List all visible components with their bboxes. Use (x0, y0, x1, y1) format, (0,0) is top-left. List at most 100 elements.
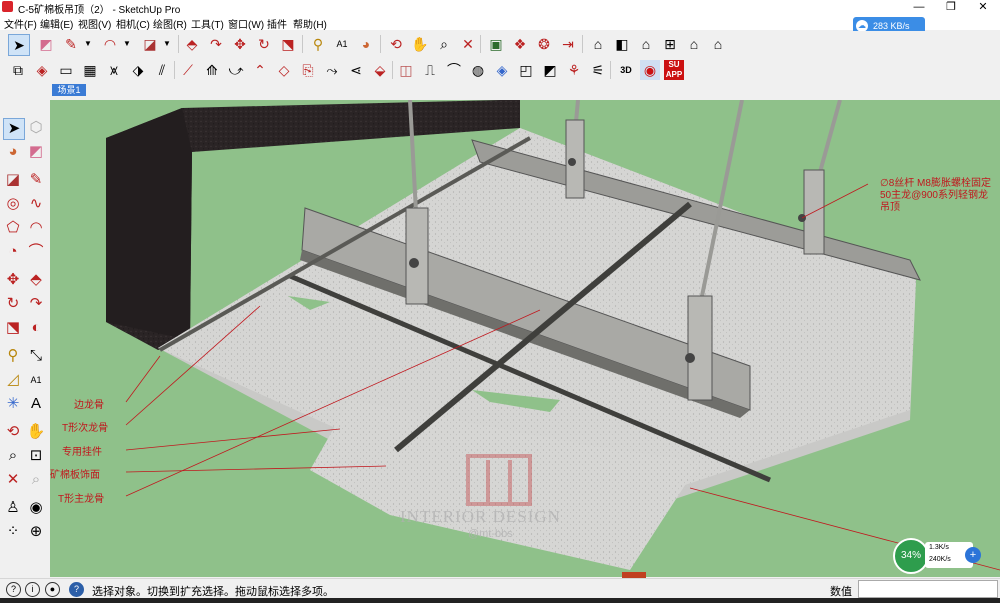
left-paint-button[interactable]: ◕ (3, 142, 23, 162)
position-camera-button[interactable]: ⎍ (420, 60, 440, 80)
plus-icon[interactable]: + (965, 547, 981, 563)
zoom-extents-button[interactable]: ✕ (458, 34, 478, 54)
left-walk-button[interactable]: ⁘ (3, 522, 23, 542)
left-axes-button[interactable]: ✳ (3, 394, 23, 414)
intersect-button[interactable]: ▦ (80, 60, 100, 80)
sandbox-from-contours-button[interactable]: ⟋ (178, 60, 198, 80)
select-tool-button[interactable]: ➤ (8, 34, 30, 56)
layout-send-button[interactable]: ⇥ (558, 34, 578, 54)
smoove-button[interactable]: ⤻ (226, 60, 246, 80)
model-viewport[interactable]: ∅8丝杆 M8膨胀螺栓固定 50主龙@900系列轻钢龙 吊顶 边龙骨 T形次龙骨… (50, 100, 1000, 577)
scale-tool-button[interactable]: ⬔ (278, 34, 298, 54)
close-button[interactable]: ✕ (972, 0, 994, 15)
measurements-input[interactable] (858, 580, 998, 598)
user-account-icon[interactable]: ● (45, 582, 60, 597)
left-position-camera-button[interactable]: ♙ (3, 498, 23, 518)
menu-edit[interactable]: 编辑(E) (40, 16, 73, 31)
menu-draw[interactable]: 绘图(R) (153, 16, 187, 31)
left-push-pull-button[interactable]: ⬘ (26, 270, 46, 290)
text-tool-button[interactable]: A1 (332, 34, 352, 54)
menu-view[interactable]: 视图(V) (78, 16, 111, 31)
outer-shell-button[interactable]: ▭ (56, 60, 76, 80)
left-tape-button[interactable]: ⚲ (3, 346, 23, 366)
left-offset-button[interactable]: ◐ (26, 318, 46, 338)
front-view-button[interactable]: ⌂ (636, 34, 656, 54)
menu-tools[interactable]: 工具(T) (191, 16, 224, 31)
maximize-button[interactable]: ❐ (940, 0, 962, 15)
union-button[interactable]: ⩙ (104, 60, 124, 80)
paint-bucket-tool-button[interactable]: ◕ (356, 34, 376, 54)
left-2pt-arc-button[interactable]: ⌒ (26, 242, 46, 262)
menu-file[interactable]: 文件(F) (4, 16, 37, 31)
monochrome-button[interactable]: ⚟ (588, 60, 608, 80)
left-zoom-window-button[interactable]: ⊡ (26, 446, 46, 466)
left-make-component-button[interactable]: ⬡ (26, 118, 46, 138)
right-view-button[interactable]: ⊞ (660, 34, 680, 54)
add-detail-button[interactable]: ⎘ (298, 60, 318, 80)
left-rectangle-button[interactable]: ◪ (3, 170, 23, 190)
left-follow-me-button[interactable]: ↷ (26, 294, 46, 314)
rectangle-tool-button[interactable]: ◪ (140, 34, 160, 54)
left-scale-button[interactable]: ⬔ (3, 318, 23, 338)
su-app-button[interactable]: SU APP (664, 60, 684, 80)
left-look-around-button[interactable]: ◉ (26, 498, 46, 518)
arc-dropdown[interactable]: ▼ (122, 34, 132, 54)
components-share-button[interactable]: ❂ (534, 34, 554, 54)
menu-help[interactable]: 帮助(H) (293, 16, 327, 31)
left-rotate-button[interactable]: ↻ (3, 294, 23, 314)
walk-button[interactable]: ⋖ (346, 60, 366, 80)
left-zoom-extents-button[interactable]: ✕ (3, 470, 23, 490)
flip-edge-button[interactable]: ⤳ (322, 60, 342, 80)
credits-icon[interactable]: i (25, 582, 40, 597)
left-eraser-button[interactable]: ◩ (26, 142, 46, 162)
follow-me-tool-button[interactable]: ↷ (206, 34, 226, 54)
extension-warehouse-button[interactable]: ❖ (510, 34, 530, 54)
shaded-button[interactable]: ◩ (540, 60, 560, 80)
left-pie-button[interactable]: ◔ (3, 242, 23, 262)
left-protractor-button[interactable]: ◿ (3, 370, 23, 390)
stamp-button[interactable]: ⌃ (250, 60, 270, 80)
sketchup-3d-button[interactable]: 3D (616, 60, 636, 80)
left-dimension-button[interactable]: ⤡ (26, 346, 46, 366)
push-pull-tool-button[interactable]: ⬘ (182, 34, 202, 54)
menu-camera[interactable]: 相机(C) (116, 16, 150, 31)
textured-button[interactable]: ⚘ (564, 60, 584, 80)
left-line-button[interactable]: ✎ (26, 170, 46, 190)
line-tool-button[interactable]: ✎ (61, 34, 81, 54)
left-3d-text-button[interactable]: A (26, 394, 46, 414)
help-icon[interactable]: ? (69, 582, 84, 597)
top-view-button[interactable]: ◧ (612, 34, 632, 54)
shape-dropdown[interactable]: ▼ (162, 34, 172, 54)
geo-location-icon[interactable]: ? (6, 582, 21, 597)
subtract-button[interactable]: ⬗ (128, 60, 148, 80)
line-dropdown[interactable]: ▼ (83, 34, 93, 54)
left-previous-view-button[interactable]: ⌕ (26, 470, 46, 490)
look-around-button[interactable]: ⬙ (370, 60, 390, 80)
pan-tool-button[interactable]: ✋ (410, 34, 430, 54)
section-plane-button[interactable]: ◈ (32, 60, 52, 80)
minimize-button[interactable]: — (908, 0, 930, 15)
speed-monitor-widget[interactable]: 34% 1.3K/s 240K/s + (893, 538, 983, 574)
xray-button[interactable]: ◍ (468, 60, 488, 80)
trim-button[interactable]: ⫽ (152, 60, 172, 80)
left-text-button[interactable]: A1 (26, 370, 46, 390)
component-button[interactable]: ◫ (396, 60, 416, 80)
solid-tools-button[interactable]: ⧉ (8, 60, 28, 80)
left-polygon-button[interactable]: ⬠ (3, 218, 23, 238)
zoom-tool-button[interactable]: ⌕ (434, 34, 454, 54)
menu-plugins[interactable]: 插件 (267, 16, 287, 31)
left-zoom-button[interactable]: ⌕ (3, 446, 23, 466)
left-circle-button[interactable]: ◎ (3, 194, 23, 214)
back-view-button[interactable]: ⌂ (684, 34, 704, 54)
sandbox-from-scratch-button[interactable]: ⟰ (202, 60, 222, 80)
left-arc-button[interactable]: ◠ (26, 218, 46, 238)
left-move-button[interactable]: ✥ (3, 270, 23, 290)
ruby-console-button[interactable]: ◉ (640, 60, 660, 80)
move-tool-button[interactable]: ✥ (230, 34, 250, 54)
hidden-line-button[interactable]: ◰ (516, 60, 536, 80)
scene-tab[interactable]: 场景1 (52, 84, 86, 96)
left-view-button[interactable]: ⌂ (708, 34, 728, 54)
tape-measure-tool-button[interactable]: ⚲ (308, 34, 328, 54)
orbit-tool-button[interactable]: ⟲ (386, 34, 406, 54)
offset-button[interactable]: ⌒ (444, 60, 464, 80)
